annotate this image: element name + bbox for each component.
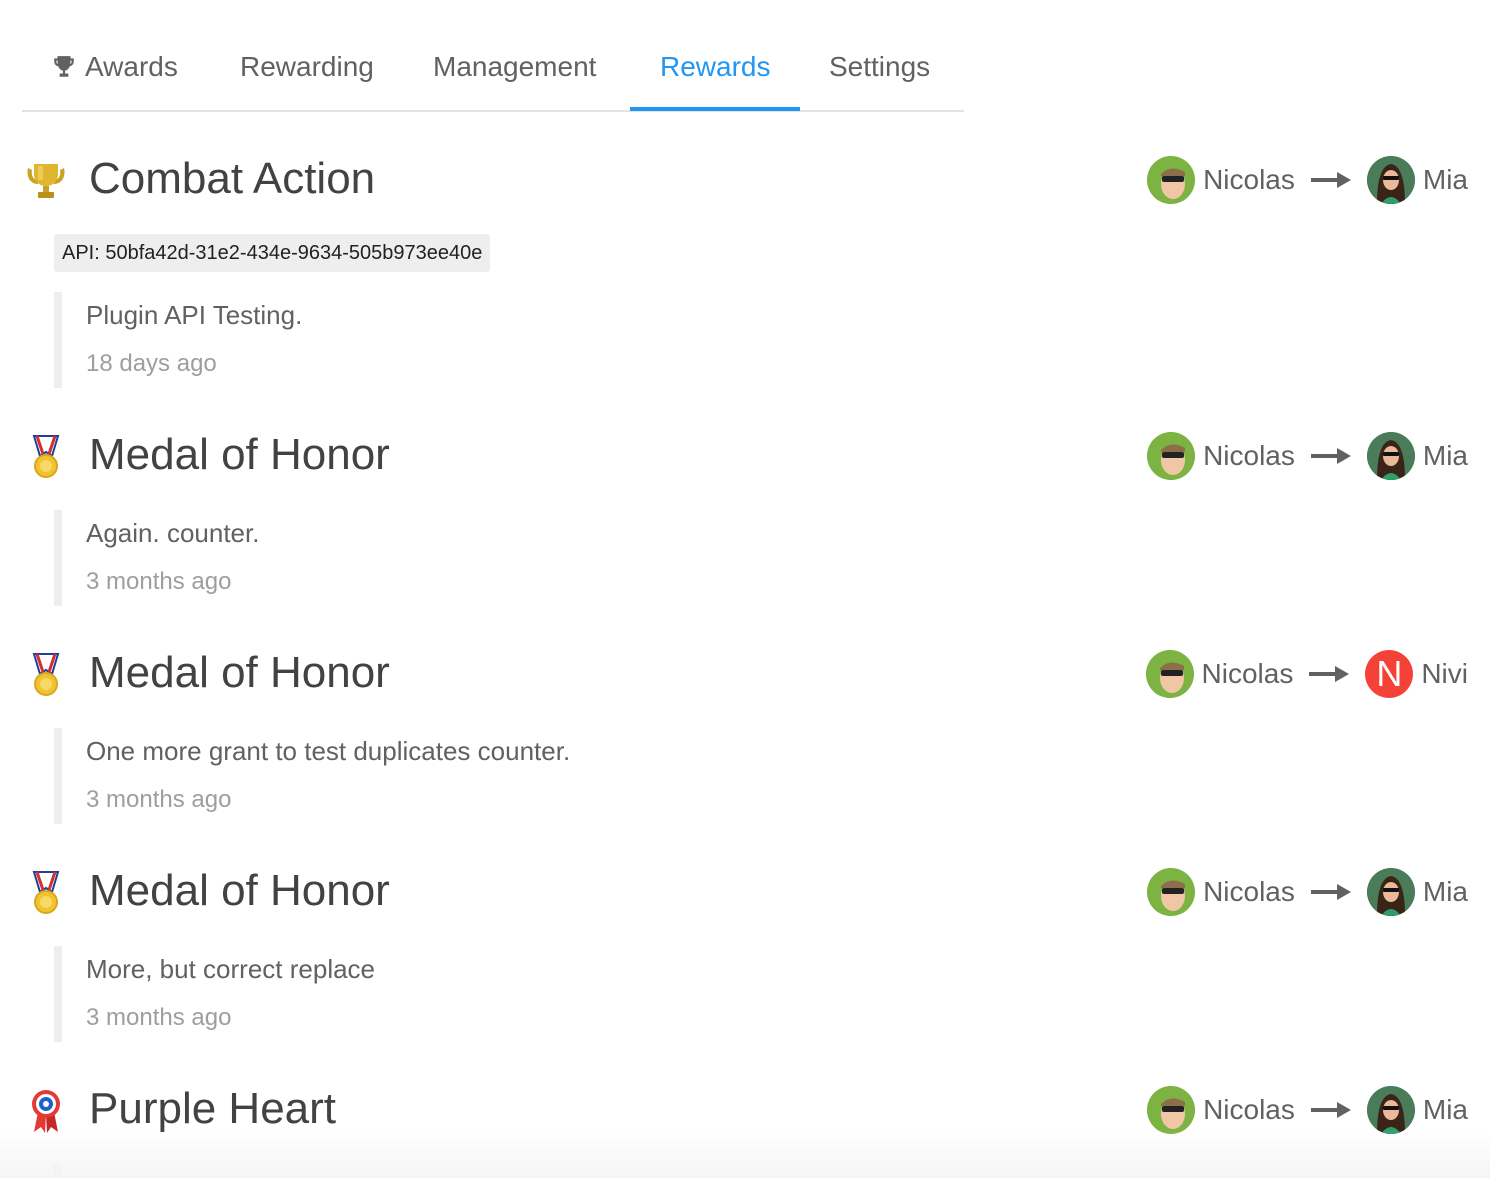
active-tab-indicator <box>630 107 800 111</box>
avatar-mia[interactable] <box>1366 1086 1415 1134</box>
reward-message: Again. counter. 3 months ago <box>54 510 259 606</box>
arrow-right-icon <box>1310 172 1351 188</box>
arrow-right-icon <box>1309 666 1350 682</box>
avatar-nicolas[interactable] <box>1145 650 1194 698</box>
receiver-name[interactable]: Nivi <box>1421 658 1468 690</box>
reward-people: Nicolas Mia <box>1147 156 1468 204</box>
giver-name[interactable]: Nicolas <box>1203 440 1295 472</box>
tab-label: Management <box>433 51 597 82</box>
award-title: Medal of Honor <box>89 430 390 479</box>
reward-people: Nicolas N Nivi <box>1145 650 1468 698</box>
receiver-name[interactable]: Mia <box>1423 876 1468 908</box>
avatar-image <box>1147 868 1196 916</box>
arrow-right-icon <box>1310 1102 1351 1118</box>
trophy-gold-icon <box>27 164 65 198</box>
message-text: Again. counter. <box>86 518 260 548</box>
avatar-mia[interactable] <box>1366 156 1415 204</box>
giver-name[interactable]: Nicolas <box>1203 164 1295 196</box>
message-time: 3 months ago <box>86 568 232 595</box>
arrow-right-icon <box>1310 884 1351 900</box>
giver-name[interactable]: Nicolas <box>1202 658 1294 690</box>
message-time: 3 months ago <box>86 1004 232 1031</box>
medal-icon <box>32 435 60 478</box>
message-time: 18 days ago <box>86 350 217 377</box>
receiver-name[interactable]: Mia <box>1423 1094 1468 1126</box>
message-text: One more grant to test duplicates counte… <box>86 736 571 766</box>
avatar-image <box>1366 156 1415 204</box>
avatar-nicolas[interactable] <box>1147 1086 1196 1134</box>
avatar-nivi[interactable]: N <box>1365 650 1414 698</box>
medal-icon <box>32 871 60 914</box>
reward-entry: Medal of Honor Nicolas <box>22 864 1468 1042</box>
reward-message: Plugin API Testing. 18 days ago <box>54 292 302 388</box>
tab-management[interactable]: Management <box>433 48 596 112</box>
award-title: Combat Action <box>89 154 376 203</box>
avatar-image <box>1366 432 1415 480</box>
tab-label: Awards <box>85 51 178 82</box>
reward-people: Nicolas Mia <box>1147 432 1468 480</box>
api-key-chip: API: 50bfa42d-31e2-434e-9634-505b973ee40… <box>54 234 491 272</box>
tab-rewarding[interactable]: Rewarding <box>240 48 374 112</box>
avatar-mia[interactable] <box>1366 868 1415 916</box>
tab-rewards[interactable]: Rewards <box>660 48 770 112</box>
reward-message: One more grant to test duplicates counte… <box>54 728 570 824</box>
medal-icon <box>32 653 60 696</box>
avatar-image <box>1366 1086 1415 1134</box>
avatar-nicolas[interactable] <box>1147 868 1196 916</box>
rosette-icon <box>32 1090 60 1133</box>
scroll-fade <box>0 1130 1490 1178</box>
award-title: Medal of Honor <box>89 648 390 697</box>
trophy-icon <box>54 56 74 77</box>
award-title: Purple Heart <box>89 1084 337 1133</box>
message-text: Plugin API Testing. <box>86 300 303 330</box>
message-time: 3 months ago <box>86 786 232 813</box>
tab-awards[interactable]: Awards <box>51 48 178 112</box>
avatar-nicolas[interactable] <box>1147 156 1196 204</box>
award-title: Medal of Honor <box>89 866 390 915</box>
giver-name[interactable]: Nicolas <box>1203 876 1295 908</box>
avatar-image <box>1366 868 1415 916</box>
arrow-right-icon <box>1310 448 1351 464</box>
reward-entry: Medal of Honor Nicolas <box>22 428 1468 606</box>
avatar-image <box>1147 156 1196 204</box>
avatar-image <box>1147 1086 1196 1134</box>
giver-name[interactable]: Nicolas <box>1203 1094 1295 1126</box>
tab-label: Rewards <box>660 51 771 82</box>
avatar-mia[interactable] <box>1366 432 1415 480</box>
reward-message: More, but correct replace 3 months ago <box>54 946 375 1042</box>
tab-bar: Awards Rewarding Management Rewards Sett… <box>22 28 964 112</box>
tab-label: Settings <box>829 51 931 82</box>
reward-entry: Medal of Honor Nicolas N Nivi One more g… <box>22 646 1468 824</box>
avatar-image <box>1145 650 1194 698</box>
avatar-initial: N <box>1376 653 1403 694</box>
avatar-image <box>1147 432 1196 480</box>
message-text: More, but correct replace <box>86 954 376 984</box>
receiver-name[interactable]: Mia <box>1423 164 1468 196</box>
tab-settings[interactable]: Settings <box>829 48 930 112</box>
reward-people: Nicolas Mia <box>1147 1086 1468 1134</box>
tab-label: Rewarding <box>240 51 374 82</box>
receiver-name[interactable]: Mia <box>1423 440 1468 472</box>
avatar-nicolas[interactable] <box>1147 432 1196 480</box>
reward-entry: Combat Action Nicolas Mia API: 50bfa42d-… <box>22 152 1468 388</box>
reward-people: Nicolas Mia <box>1147 868 1468 916</box>
